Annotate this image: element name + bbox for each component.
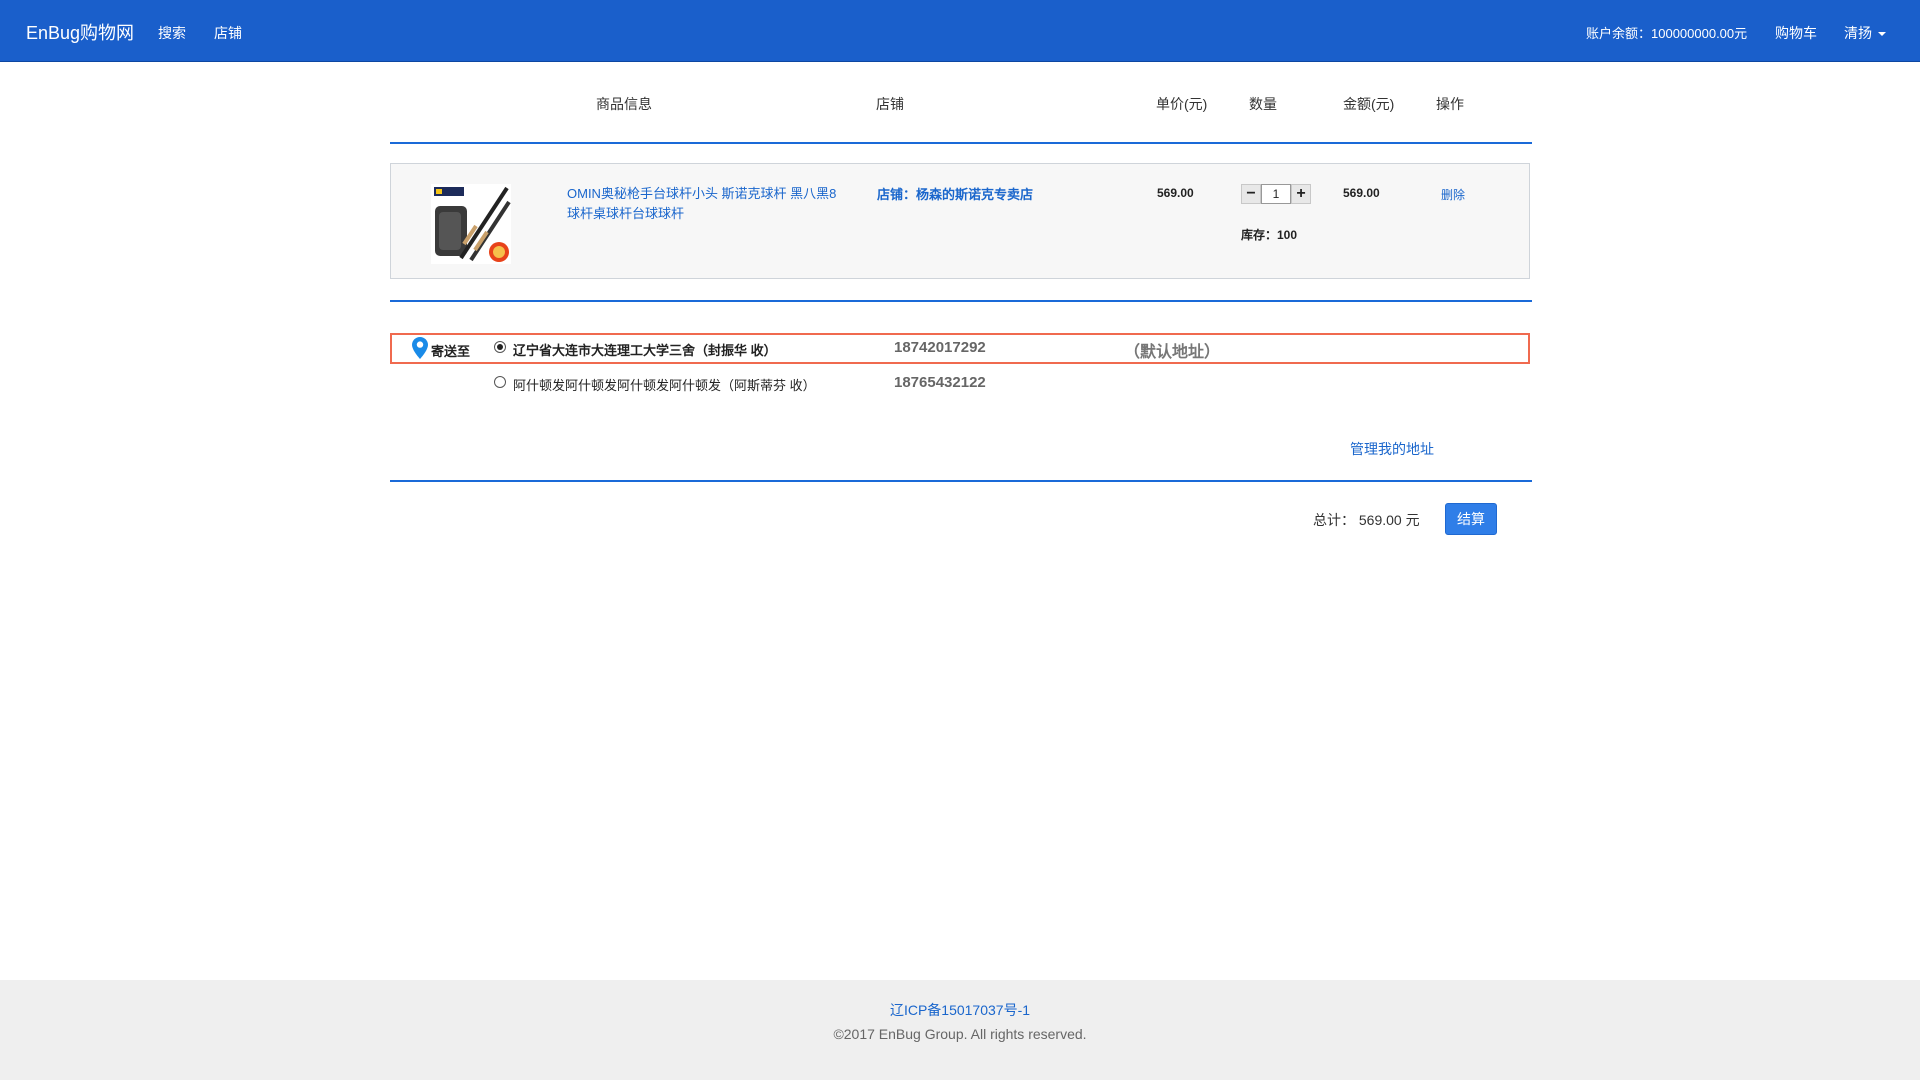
shop-name-link[interactable]: 店铺：杨森的斯诺克专卖店 <box>877 184 1033 203</box>
address-text-2[interactable]: 阿什顿发阿什顿发阿什顿发阿什顿发（阿斯蒂芬 收） <box>513 375 816 394</box>
address-text-1[interactable]: 辽宁省大连市大连理工大学三舍（封振华 收） <box>513 340 777 359</box>
quantity-input[interactable]: 1 <box>1261 184 1291 204</box>
manage-addresses-link[interactable]: 管理我的地址 <box>1350 439 1434 459</box>
account-balance[interactable]: 账户余额：100000000.00元 <box>1586 23 1747 42</box>
address-radio-2[interactable] <box>494 376 506 388</box>
divider <box>390 142 1532 144</box>
product-thumbnail[interactable] <box>431 184 511 264</box>
cart-item-row: OMIN奥秘枪手台球杆小头 斯诺克球杆 黑八黑8球杆桌球杆台球球杆 店铺：杨森的… <box>390 163 1530 279</box>
minus-icon[interactable]: − <box>1241 184 1261 204</box>
order-total: 总计： 569.00 元 <box>1313 512 1420 528</box>
item-amount: 569.00 <box>1343 186 1380 200</box>
header-action: 操作 <box>1436 96 1464 112</box>
chevron-down-icon <box>1878 32 1886 37</box>
nav-shops[interactable]: 店铺 <box>214 23 242 43</box>
plus-icon[interactable]: + <box>1291 184 1311 204</box>
user-name: 清扬 <box>1844 25 1872 41</box>
checkout-button[interactable]: 结算 <box>1445 503 1497 535</box>
divider <box>390 480 1532 482</box>
brand-logo[interactable]: EnBug购物网 <box>26 19 134 45</box>
header-amount: 金额(元) <box>1343 96 1395 112</box>
top-navbar: EnBug购物网 搜索 店铺 账户余额：100000000.00元 购物车 清扬 <box>0 0 1920 62</box>
address-phone-1: 18742017292 <box>894 339 986 356</box>
header-product-info: 商品信息 <box>596 96 652 112</box>
header-shop: 店铺 <box>876 96 904 112</box>
address-phone-2: 18765432122 <box>894 374 986 391</box>
stock-count: 库存：100 <box>1241 228 1298 242</box>
header-quantity: 数量 <box>1249 96 1277 112</box>
nav-cart[interactable]: 购物车 <box>1775 23 1817 43</box>
divider <box>390 300 1532 302</box>
icp-license-link[interactable]: 辽ICP备15017037号-1 <box>0 1000 1920 1020</box>
product-name-link[interactable]: OMIN奥秘枪手台球杆小头 斯诺克球杆 黑八黑8球杆桌球杆台球球杆 <box>567 184 837 224</box>
header-unit-price: 单价(元) <box>1156 96 1208 112</box>
delete-button[interactable]: 删除 <box>1441 186 1465 203</box>
nav-search[interactable]: 搜索 <box>158 23 186 43</box>
location-pin-icon <box>412 337 428 359</box>
address-radio-1[interactable] <box>494 341 506 353</box>
unit-price: 569.00 <box>1157 186 1194 200</box>
ship-to-label: 寄送至 <box>431 344 471 359</box>
default-address-tag: （默认地址） <box>1124 344 1221 361</box>
copyright-text: ©2017 EnBug Group. All rights reserved. <box>833 1026 1087 1042</box>
user-menu[interactable]: 清扬 <box>1844 23 1886 43</box>
page-footer: 辽ICP备15017037号-1 ©2017 EnBug Group. All … <box>0 980 1920 1080</box>
